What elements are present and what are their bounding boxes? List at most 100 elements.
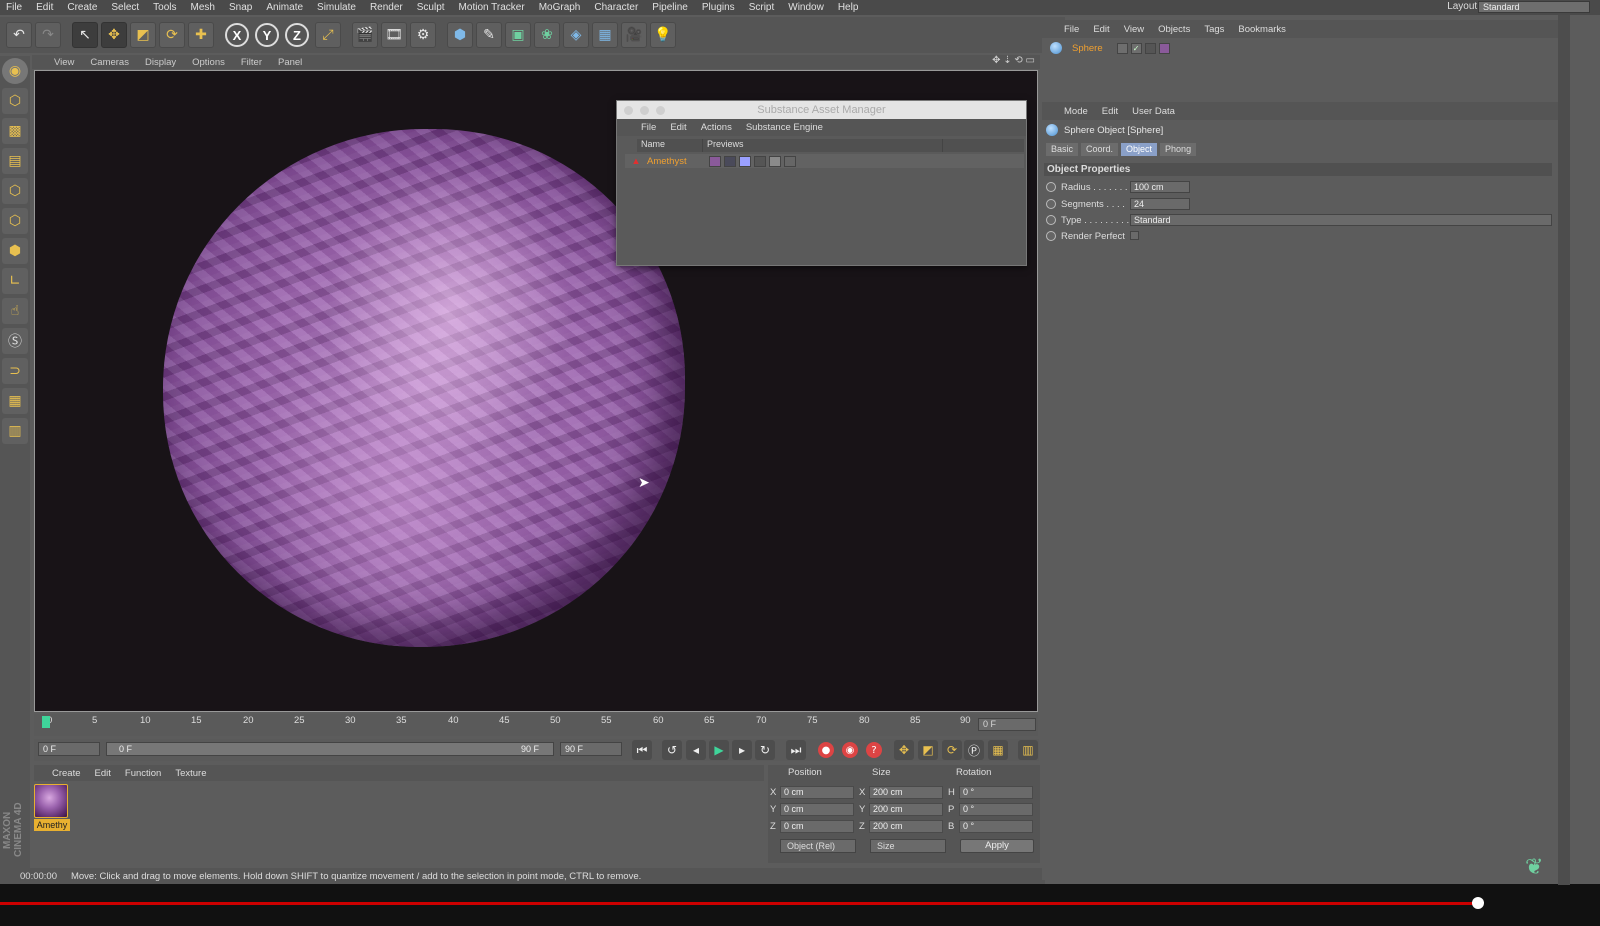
object-row-sphere[interactable]: Sphere ✓ xyxy=(1050,41,1173,55)
record-rotation-icon[interactable]: ⟳ xyxy=(942,740,962,760)
timeline-playhead[interactable] xyxy=(42,716,50,728)
end-frame-field[interactable]: 90 F xyxy=(560,742,622,756)
size-y-field[interactable]: 200 cm xyxy=(869,803,943,816)
menu-mesh[interactable]: Mesh xyxy=(191,2,215,13)
render-view-icon[interactable]: 🎬 xyxy=(352,22,378,48)
asset-name[interactable]: Amethyst xyxy=(647,156,709,167)
menu-simulate[interactable]: Simulate xyxy=(317,2,356,13)
material-menu-create[interactable]: Create xyxy=(52,768,81,779)
size-x-field[interactable]: 200 cm xyxy=(869,786,943,799)
render-dots-icon[interactable] xyxy=(1144,42,1156,54)
viewport-menu-display[interactable]: Display xyxy=(145,57,176,68)
menu-pipeline[interactable]: Pipeline xyxy=(652,2,688,13)
material-name-label[interactable]: Amethy xyxy=(34,819,70,831)
previous-key-icon[interactable]: ↺ xyxy=(662,740,682,760)
attr-menu-user-data[interactable]: User Data xyxy=(1132,106,1175,117)
minimize-window-icon[interactable] xyxy=(640,106,649,115)
type-dropdown[interactable]: Standard xyxy=(1130,214,1552,226)
menu-snap[interactable]: Snap xyxy=(229,2,252,13)
menu-script[interactable]: Script xyxy=(749,2,775,13)
timeline-ruler[interactable]: 0 5 10 15 20 25 30 35 40 45 50 55 60 65 … xyxy=(34,714,1038,736)
keyframe-selection-icon[interactable]: ? xyxy=(866,742,882,758)
object-menu-file[interactable]: File xyxy=(1064,24,1079,35)
rotation-p-field[interactable]: 0 ° xyxy=(959,803,1033,816)
viewport-menu-cameras[interactable]: Cameras xyxy=(90,57,129,68)
record-parameter-icon[interactable]: Ⓟ xyxy=(964,740,984,760)
menu-motion-tracker[interactable]: Motion Tracker xyxy=(459,2,525,13)
video-progress-bar[interactable] xyxy=(0,902,1480,905)
substance-menu-edit[interactable]: Edit xyxy=(670,122,686,133)
recent-tool-icon[interactable]: ✚ xyxy=(188,22,214,48)
make-editable-icon[interactable]: ◉ xyxy=(2,58,28,84)
live-selection-icon[interactable]: ↖ xyxy=(72,22,98,48)
record-keys-icon[interactable]: ● xyxy=(818,742,834,758)
substance-asset-manager-window[interactable]: Substance Asset Manager File Edit Action… xyxy=(616,100,1027,266)
model-mode-icon[interactable]: ⬡ xyxy=(2,88,28,114)
pen-spline-icon[interactable]: ✎ xyxy=(476,22,502,48)
substance-menu-file[interactable]: File xyxy=(641,122,656,133)
workplane-lock-icon[interactable]: ▦ xyxy=(2,388,28,414)
menu-mograph[interactable]: MoGraph xyxy=(539,2,581,13)
amethyst-sphere-render[interactable] xyxy=(163,129,685,647)
position-x-field[interactable]: 0 cm xyxy=(780,786,854,799)
camera-icon[interactable]: 🎥 xyxy=(621,22,647,48)
object-menu-view[interactable]: View xyxy=(1124,24,1144,35)
object-menu-tags[interactable]: Tags xyxy=(1204,24,1224,35)
zoom-window-icon[interactable] xyxy=(656,106,665,115)
go-to-start-icon[interactable]: ⏮ xyxy=(632,740,652,760)
record-scale-icon[interactable]: ◩ xyxy=(918,740,938,760)
menu-plugins[interactable]: Plugins xyxy=(702,2,735,13)
segments-field[interactable]: 24 xyxy=(1130,198,1190,210)
timeline-window-icon[interactable]: ▥ xyxy=(1018,740,1038,760)
menu-create[interactable]: Create xyxy=(67,2,97,13)
tab-phong[interactable]: Phong xyxy=(1160,143,1197,156)
auto-keying-icon[interactable]: ◉ xyxy=(842,742,858,758)
redo-icon[interactable]: ↷ xyxy=(35,22,61,48)
solo-icon[interactable]: ▥ xyxy=(2,418,28,444)
move-tool-icon[interactable]: ✥ xyxy=(101,22,127,48)
menu-window[interactable]: Window xyxy=(788,2,824,13)
texture-mode-icon[interactable]: ▩ xyxy=(2,118,28,144)
next-frame-icon[interactable]: ▸ xyxy=(732,740,752,760)
viewport-nav-icons[interactable]: ✥ ⇣ ⟲ ▭ xyxy=(992,55,1035,66)
polygons-mode-icon[interactable]: ⬢ xyxy=(2,238,28,264)
visibility-check-icon[interactable]: ✓ xyxy=(1130,42,1142,54)
material-menu-edit[interactable]: Edit xyxy=(95,768,111,779)
right-tab-strip[interactable] xyxy=(1558,15,1570,885)
substance-window-title[interactable]: Substance Asset Manager xyxy=(617,101,1026,119)
snap-icon[interactable]: Ⓢ xyxy=(2,328,28,354)
material-thumbnail[interactable] xyxy=(34,784,68,818)
previous-frame-icon[interactable]: ◂ xyxy=(686,740,706,760)
record-pla-icon[interactable]: ▦ xyxy=(988,740,1008,760)
axis-mode-icon[interactable]: ∟ xyxy=(2,268,28,294)
substance-menu-engine[interactable]: Substance Engine xyxy=(746,122,823,133)
menu-tools[interactable]: Tools xyxy=(153,2,176,13)
x-axis-lock-icon[interactable]: X xyxy=(225,23,249,47)
edges-mode-icon[interactable]: ⬡ xyxy=(2,208,28,234)
close-window-icon[interactable] xyxy=(624,106,633,115)
points-mode-icon[interactable]: ⬡ xyxy=(2,178,28,204)
menu-edit[interactable]: Edit xyxy=(36,2,53,13)
tab-basic[interactable]: Basic xyxy=(1046,143,1079,156)
menu-select[interactable]: Select xyxy=(111,2,139,13)
attr-menu-mode[interactable]: Mode xyxy=(1064,106,1088,117)
render-picture-viewer-icon[interactable]: 🎞 xyxy=(381,22,407,48)
magnet-icon[interactable]: ⊃ xyxy=(2,358,28,384)
viewport-menu-filter[interactable]: Filter xyxy=(241,57,262,68)
undo-icon[interactable]: ↶ xyxy=(6,22,32,48)
tab-coord[interactable]: Coord. xyxy=(1081,143,1119,156)
layer-icon[interactable] xyxy=(1116,42,1128,54)
substance-asset-row[interactable]: ▲ Amethyst xyxy=(625,154,1024,168)
tab-object[interactable]: Object xyxy=(1121,143,1158,156)
workplane-icon[interactable]: ▤ xyxy=(2,148,28,174)
cube-primitive-icon[interactable]: ⬢ xyxy=(447,22,473,48)
menu-help[interactable]: Help xyxy=(838,2,859,13)
material-menu-texture[interactable]: Texture xyxy=(175,768,206,779)
coordinate-mode-dropdown[interactable]: Object (Rel) xyxy=(780,839,856,853)
object-name[interactable]: Sphere xyxy=(1072,43,1103,54)
position-y-field[interactable]: 0 cm xyxy=(780,803,854,816)
next-key-icon[interactable]: ↻ xyxy=(755,740,775,760)
current-frame-field[interactable]: 0 F xyxy=(978,718,1036,731)
menu-animate[interactable]: Animate xyxy=(266,2,303,13)
animate-radio-icon[interactable] xyxy=(1046,182,1056,192)
